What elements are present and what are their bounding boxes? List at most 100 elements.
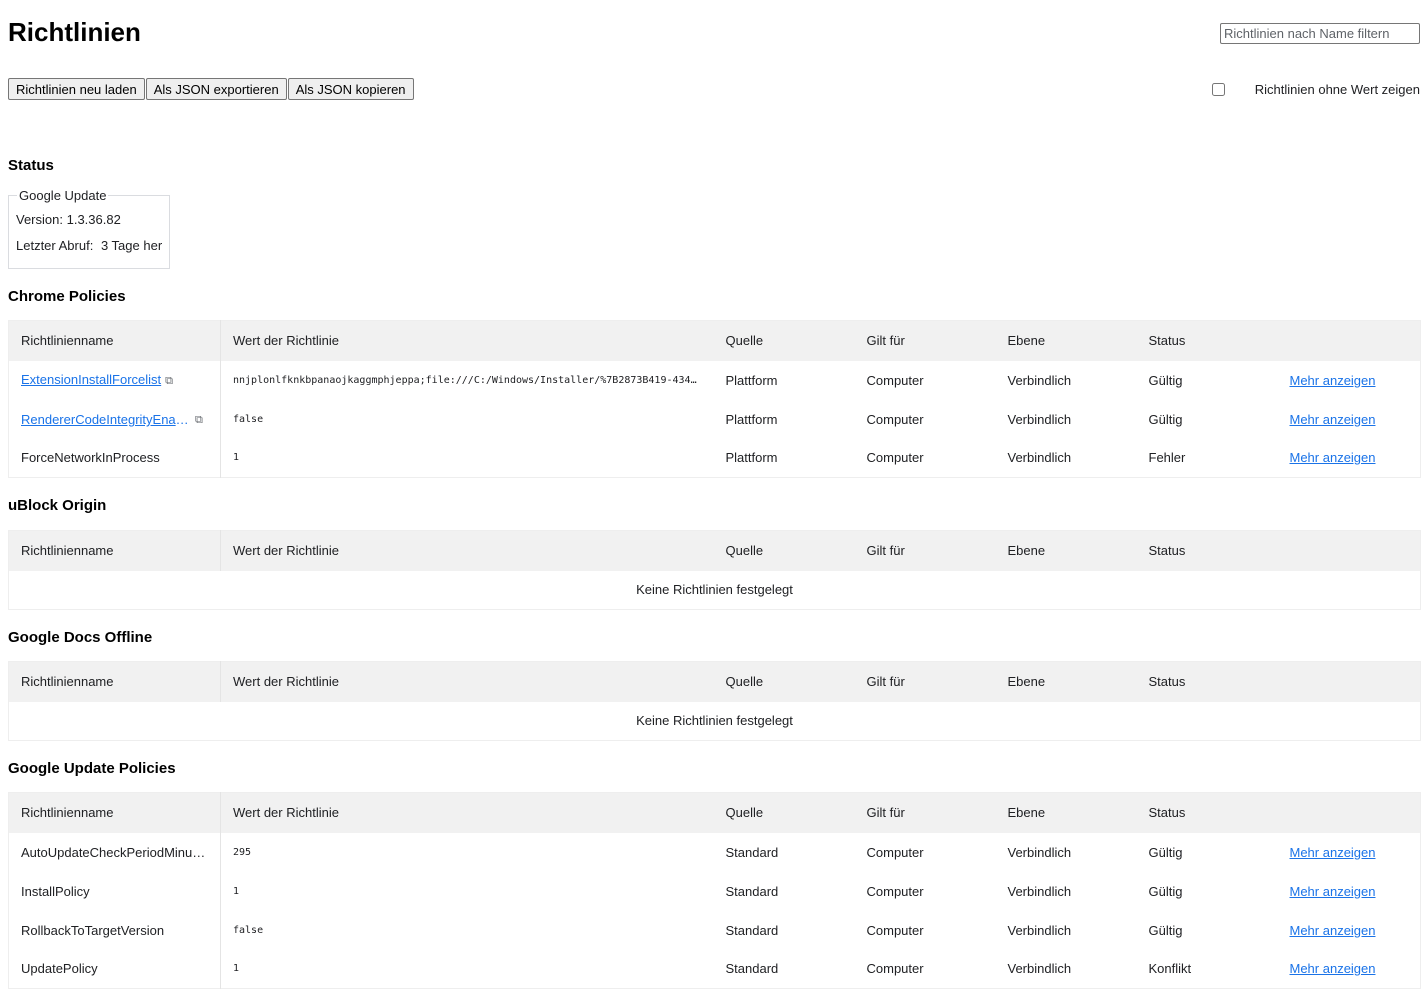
table-header-row: Richtlinienname Wert der Richtlinie Quel…: [8, 792, 1421, 833]
show-more-link[interactable]: Mehr anzeigen: [1290, 923, 1376, 938]
copy-json-button[interactable]: Als JSON kopieren: [287, 78, 414, 100]
policy-level: Verbindlich: [1007, 883, 1072, 899]
table-header-row: Richtlinienname Wert der Richtlinie Quel…: [8, 530, 1421, 571]
header-source: Quelle: [725, 674, 764, 690]
header-more: [1278, 531, 1421, 571]
more-cell: Mehr anzeigen: [1278, 872, 1421, 911]
policy-name-link[interactable]: RendererCodeIntegrityEnabled: [21, 412, 191, 427]
header-name: Richtlinienname: [8, 530, 221, 571]
external-link-icon[interactable]: ⧉: [195, 414, 203, 427]
no-policies-message: Keine Richtlinien festgelegt: [636, 582, 793, 598]
policy-name-link[interactable]: ExtensionInstallForcelist: [21, 372, 161, 387]
policy-source: Standard: [725, 883, 779, 899]
show-unset-checkbox[interactable]: [1211, 83, 1225, 96]
policy-source: Standard: [725, 844, 779, 860]
more-cell: Mehr anzeigen: [1278, 361, 1421, 400]
policy-level: Verbindlich: [1007, 844, 1072, 860]
more-cell: Mehr anzeigen: [1278, 400, 1421, 439]
policy-value: false: [233, 413, 264, 425]
show-more-link[interactable]: Mehr anzeigen: [1290, 412, 1376, 427]
last-fetch-label: Letzter Abruf:: [16, 238, 94, 253]
header-name: Richtlinienname: [8, 320, 221, 361]
policy-level: Verbindlich: [1007, 961, 1072, 977]
status-heading: Status: [8, 157, 54, 174]
header-more: [1278, 321, 1421, 361]
reload-policies-button[interactable]: Richtlinien neu laden: [8, 78, 145, 100]
header-name: Richtlinienname: [8, 792, 221, 833]
policy-source: Plattform: [725, 450, 778, 466]
more-cell: Mehr anzeigen: [1278, 950, 1421, 989]
policy-scope: Computer: [866, 883, 924, 899]
google-docs-offline-table: Richtlinienname Wert der Richtlinie Quel…: [8, 661, 1421, 741]
policy-name-cell: ExtensionInstallForcelist ⧉: [8, 360, 221, 400]
header-value: Wert der Richtlinie: [233, 333, 339, 349]
table-row: InstallPolicy 1 Standard Computer Verbin…: [8, 871, 1421, 911]
table-row: UpdatePolicy 1 Standard Computer Verbind…: [8, 949, 1421, 989]
header-source: Quelle: [725, 333, 764, 349]
status-box-title: Google Update: [19, 188, 107, 203]
policy-value: false: [233, 924, 264, 936]
table-row: RendererCodeIntegrityEnabled ⧉ false Plat…: [8, 399, 1421, 439]
show-unset-label: Richtlinien ohne Wert zeigen: [1254, 82, 1420, 97]
show-more-link[interactable]: Mehr anzeigen: [1290, 845, 1376, 860]
header-applies-to: Gilt für: [866, 543, 905, 559]
header-level: Ebene: [1007, 805, 1046, 821]
policy-scope: Computer: [866, 844, 924, 860]
header-name: Richtlinienname: [8, 661, 221, 702]
policy-level: Verbindlich: [1007, 372, 1072, 388]
policy-name: InstallPolicy: [8, 871, 221, 911]
show-more-link[interactable]: Mehr anzeigen: [1290, 884, 1376, 899]
header-source: Quelle: [725, 543, 764, 559]
policy-source: Plattform: [725, 372, 778, 388]
empty-row: Keine Richtlinien festgelegt: [9, 702, 1421, 741]
policy-value: nnjplonlfknkbpanaojkaggmphjeppa;file:///…: [233, 374, 714, 386]
filter-input[interactable]: [1220, 23, 1420, 44]
google-docs-offline-heading: Google Docs Offline: [8, 629, 153, 646]
policy-status: Gültig: [1148, 844, 1183, 860]
header-status: Status: [1148, 674, 1186, 690]
policy-status: Konflikt: [1148, 961, 1192, 977]
policy-name: UpdatePolicy: [8, 949, 221, 989]
policy-scope: Computer: [866, 372, 924, 388]
external-link-icon[interactable]: ⧉: [165, 375, 173, 388]
policy-name: RollbackToTargetVersion: [8, 910, 221, 950]
export-json-button[interactable]: Als JSON exportieren: [145, 78, 287, 100]
header-status: Status: [1148, 333, 1186, 349]
show-unset-toggle[interactable]: Richtlinien ohne Wert zeigen: [1211, 82, 1420, 97]
show-more-link[interactable]: Mehr anzeigen: [1290, 450, 1376, 465]
policy-status: Fehler: [1148, 450, 1186, 466]
policy-name: AutoUpdateCheckPeriodMinutes: [8, 832, 221, 872]
policy-level: Verbindlich: [1007, 411, 1072, 427]
header-level: Ebene: [1007, 543, 1046, 559]
policy-value: 1: [233, 885, 240, 897]
policy-scope: Computer: [866, 961, 924, 977]
ublock-origin-table: Richtlinienname Wert der Richtlinie Quel…: [8, 530, 1421, 610]
last-fetch-value: 3 Tage her: [100, 238, 163, 253]
policy-value: 295: [233, 846, 252, 858]
header-applies-to: Gilt für: [866, 333, 905, 349]
header-status: Status: [1148, 805, 1186, 821]
policy-scope: Computer: [866, 411, 924, 427]
version-row: Version: 1.3.36.82: [16, 207, 162, 233]
show-more-link[interactable]: Mehr anzeigen: [1290, 961, 1376, 976]
policy-source: Standard: [725, 922, 779, 938]
policy-scope: Computer: [866, 450, 924, 466]
policy-status: Gültig: [1148, 411, 1183, 427]
policy-source: Standard: [725, 961, 779, 977]
table-row: ForceNetworkInProcess 1 Plattform Comput…: [8, 438, 1421, 478]
google-update-status-box: Google Update Version: 1.3.36.82 Letzter…: [8, 188, 171, 269]
show-more-link[interactable]: Mehr anzeigen: [1290, 373, 1376, 388]
chrome-policies-heading: Chrome Policies: [8, 288, 126, 305]
policy-value: 1: [233, 452, 240, 464]
policy-source: Plattform: [725, 411, 778, 427]
header-source: Quelle: [725, 805, 764, 821]
chrome-policies-table: Richtlinienname Wert der Richtlinie Quel…: [8, 320, 1421, 478]
page-title: Richtlinien: [8, 17, 141, 47]
header-status: Status: [1148, 543, 1186, 559]
toolbar: Richtlinien neu laden Als JSON exportier…: [8, 78, 414, 100]
last-fetch-row: Letzter Abruf: 3 Tage her: [16, 233, 162, 259]
version-value: 1.3.36.82: [66, 212, 121, 227]
policy-level: Verbindlich: [1007, 450, 1072, 466]
table-row: RollbackToTargetVersion false Standard C…: [8, 910, 1421, 950]
policy-level: Verbindlich: [1007, 922, 1072, 938]
